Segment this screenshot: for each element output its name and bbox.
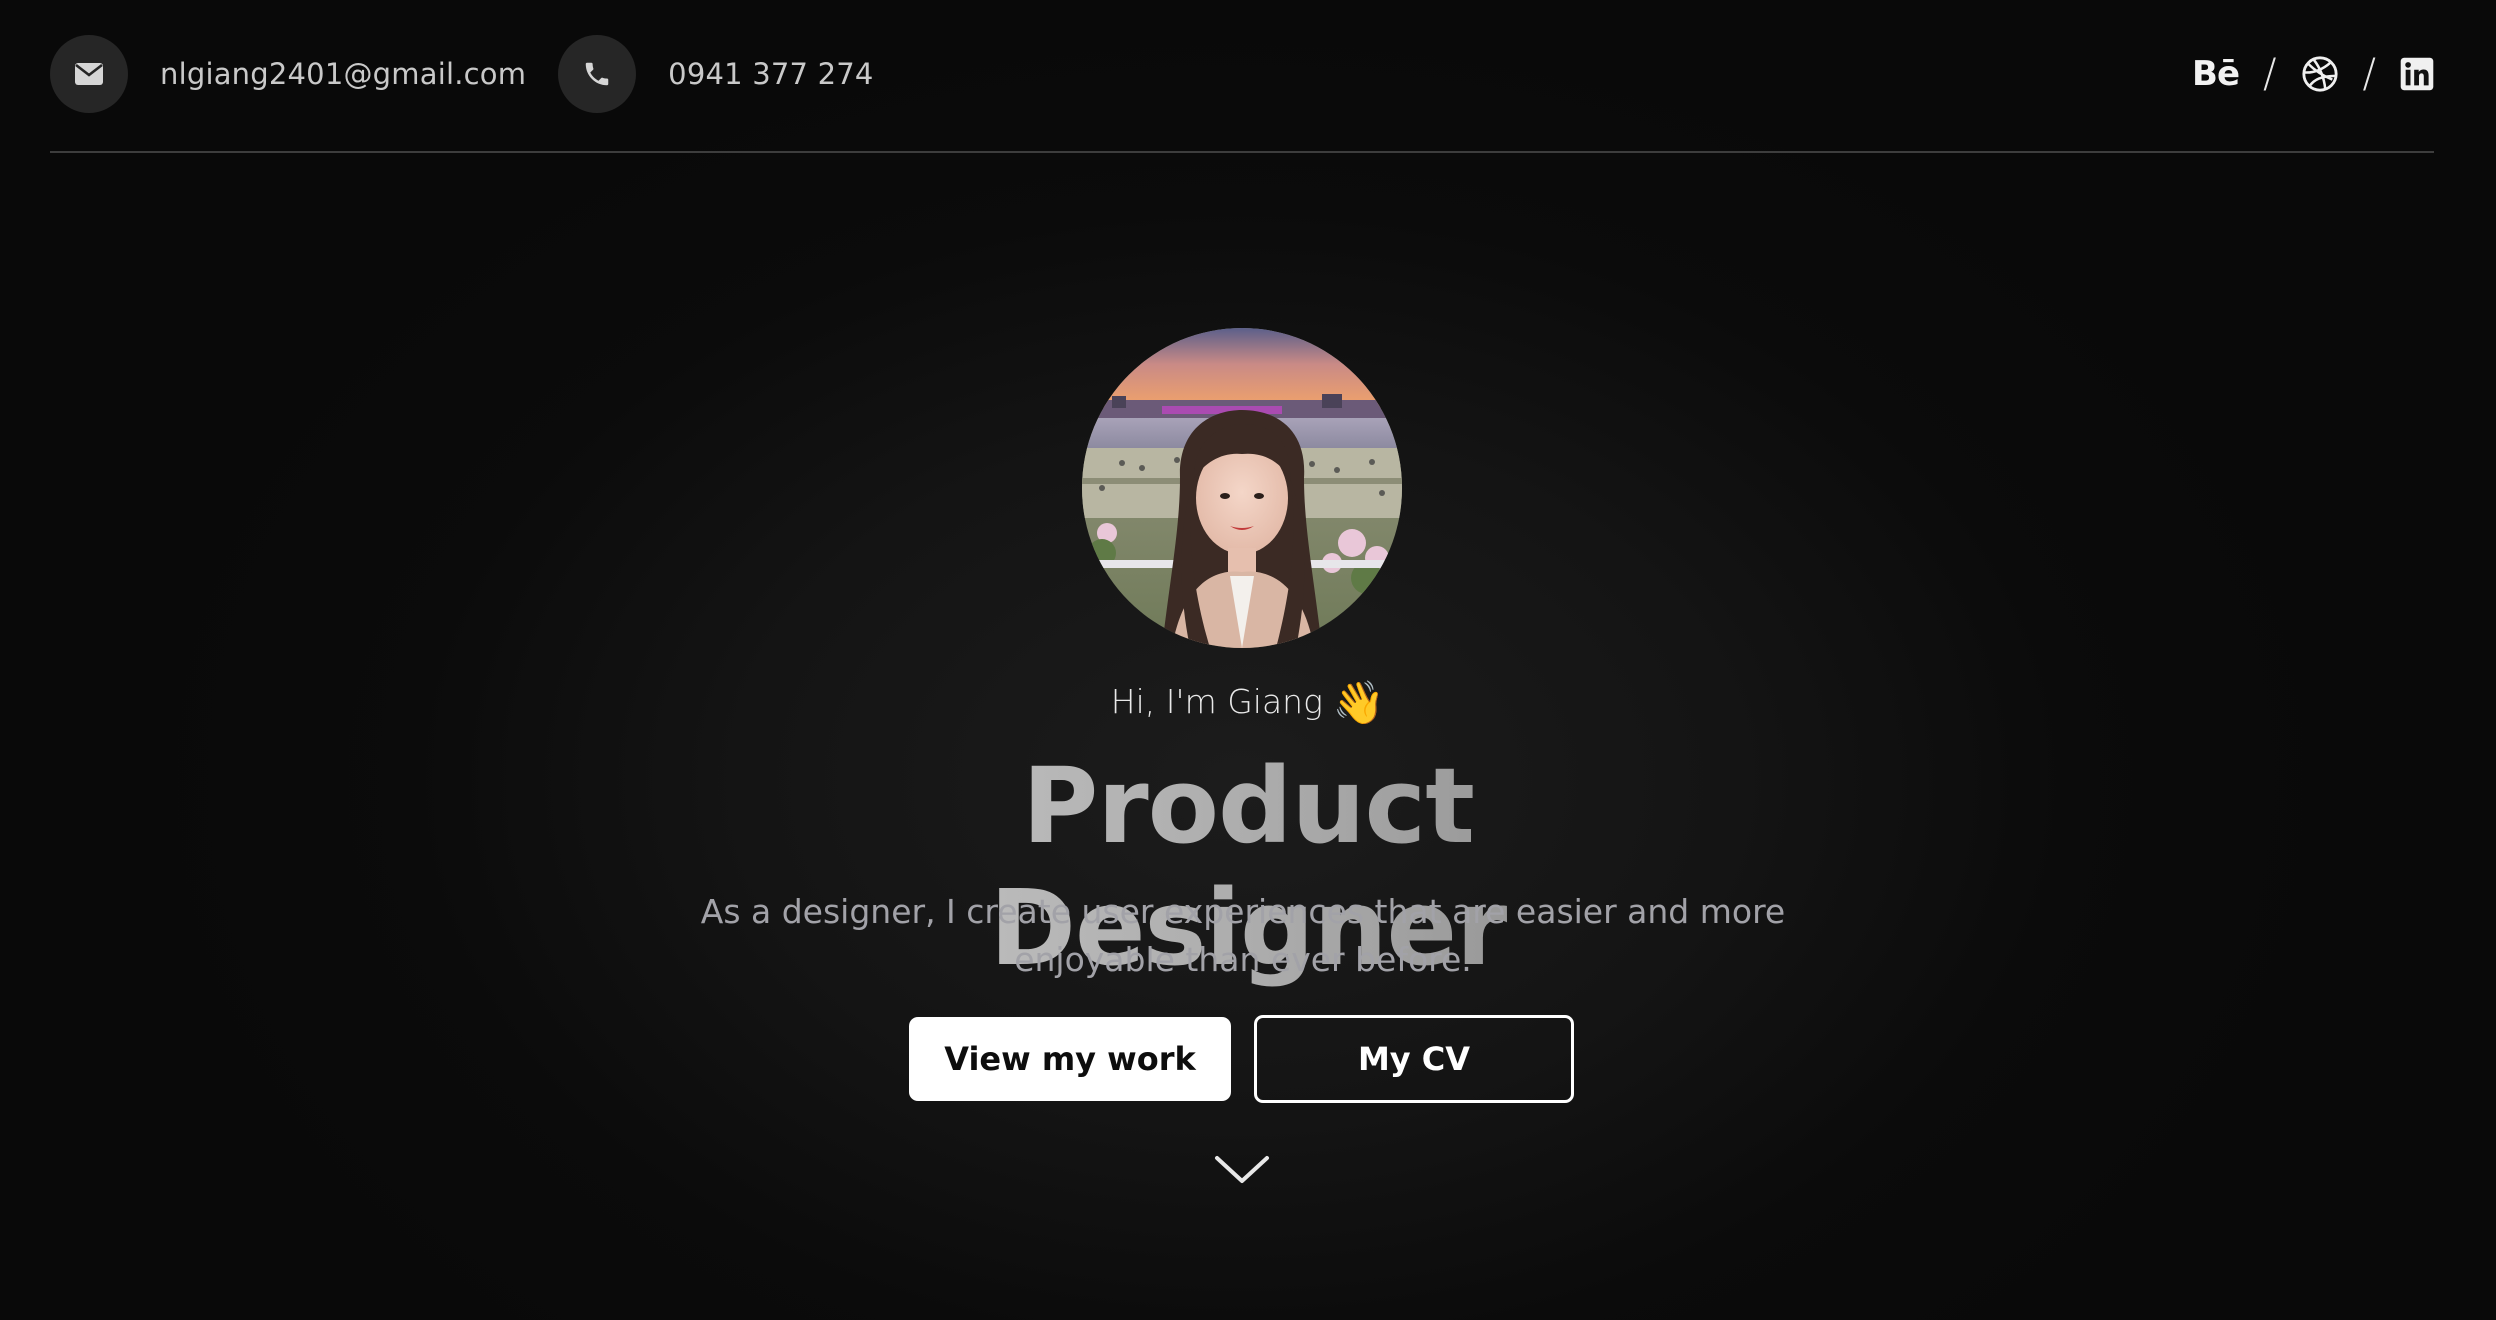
profile-photo [1082,328,1402,648]
linkedin-icon [2400,57,2434,90]
my-cv-button[interactable]: My CV [1254,1015,1574,1103]
chevron-down-icon [1215,1156,1269,1183]
email-link[interactable]: nlgiang2401@gmail.com [160,57,526,91]
phone-icon-badge[interactable] [558,34,637,113]
behance-link[interactable]: Bē [2192,54,2240,94]
hero-subtitle: As a designer, I create user experiences… [700,892,1786,979]
linkedin-link[interactable] [2400,57,2434,91]
phone-link[interactable]: 0941 377 274 [668,57,873,91]
greeting: Hi, I'm Giang 👋 [0,678,2496,728]
page: nlgiang2401@gmail.com 0941 377 274 Bē / [0,0,2496,1320]
avatar [1082,328,1402,648]
social-separator: / [2263,50,2277,97]
contact-info: nlgiang2401@gmail.com 0941 377 274 [50,34,906,113]
view-my-work-button[interactable]: View my work [909,1017,1231,1101]
envelope-icon [75,62,103,85]
phone-icon [585,62,609,85]
email-icon-badge[interactable] [50,34,128,113]
social-separator: / [2362,50,2376,97]
scroll-down-button[interactable] [1214,1150,1270,1190]
waving-hand-icon: 👋 [1332,678,1386,727]
dribbble-link[interactable] [2301,55,2339,93]
dribbble-icon [2301,55,2338,92]
greeting-text: Hi, I'm Giang [1110,682,1323,721]
top-bar: nlgiang2401@gmail.com 0941 377 274 Bē / [50,0,2434,153]
social-links: Bē / / [2192,51,2434,97]
